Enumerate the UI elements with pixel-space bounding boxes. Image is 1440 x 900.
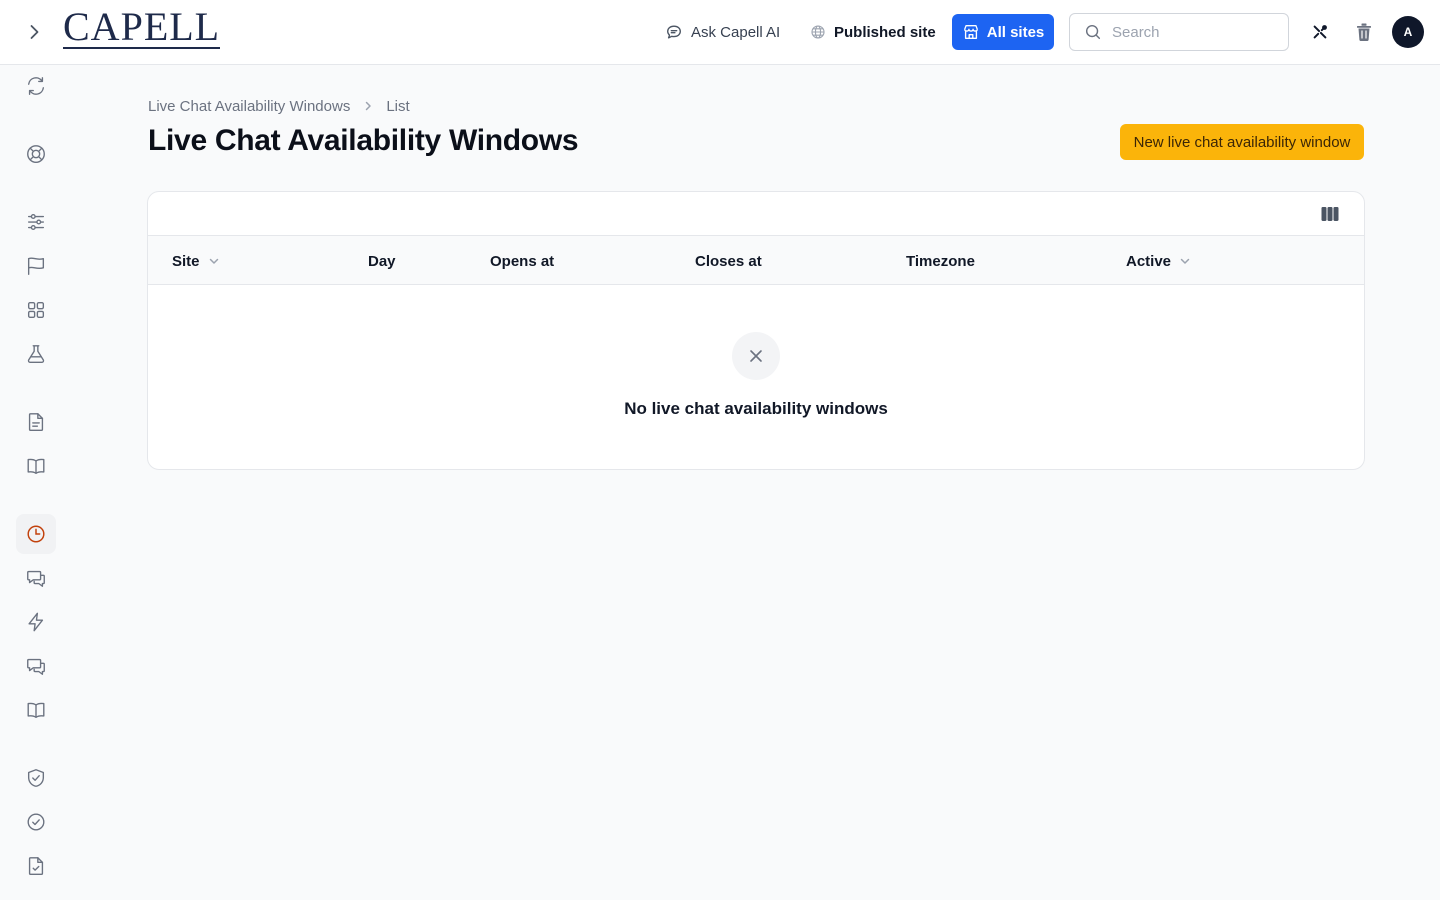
sidebar-item-automations[interactable] <box>16 602 56 642</box>
column-label-opens-at: Opens at <box>490 252 555 270</box>
trash-button[interactable] <box>1352 20 1376 44</box>
flag-icon <box>27 257 45 275</box>
check-circle-icon <box>27 813 45 831</box>
chevron-down-icon <box>209 258 218 264</box>
all-sites-button[interactable]: All sites <box>952 14 1054 50</box>
chevron-down-icon <box>1180 258 1190 264</box>
chevron-right-icon <box>30 25 39 39</box>
sidebar-item-live-chat[interactable] <box>16 558 56 598</box>
chevron-right-icon <box>366 101 372 111</box>
search-input[interactable] <box>1112 23 1272 41</box>
sidebar-item-approvals[interactable] <box>16 802 56 842</box>
sidebar-item-conversations[interactable] <box>16 646 56 686</box>
globe-icon <box>811 25 825 39</box>
bolt-icon <box>28 612 44 632</box>
sidebar-item-knowledge-base[interactable] <box>16 690 56 730</box>
published-site-link[interactable]: Published site <box>810 20 936 44</box>
column-header-site[interactable]: Site <box>172 251 220 271</box>
column-header-timezone: Timezone <box>906 251 975 271</box>
column-header-active[interactable]: Active <box>1126 251 1191 271</box>
chat-icon <box>667 25 681 39</box>
refresh-icon <box>27 77 45 95</box>
breadcrumb-link-availability-windows[interactable]: Live Chat Availability Windows <box>148 98 350 115</box>
sidebar-item-support[interactable] <box>16 134 56 174</box>
search-box[interactable] <box>1069 13 1289 51</box>
sidebar-toggle-button[interactable] <box>20 18 48 46</box>
clock-icon <box>27 525 45 543</box>
columns-icon <box>1321 207 1339 221</box>
sidebar-item-settings[interactable] <box>16 202 56 242</box>
ask-ai-button[interactable]: Ask Capell AI <box>665 20 780 44</box>
breadcrumb: Live Chat Availability Windows List <box>148 96 410 116</box>
storefront-icon <box>963 25 978 39</box>
chat-bubbles-icon <box>27 570 45 587</box>
wrench-screwdriver-icon <box>1313 25 1327 39</box>
top-bar: CAPELL Ask Capell AI Published site All … <box>0 0 1440 65</box>
sidebar-item-docs[interactable] <box>16 446 56 486</box>
trash-icon <box>1357 23 1371 41</box>
chat-bubbles-icon <box>27 658 45 675</box>
empty-state-text: No live chat availability windows <box>624 399 888 418</box>
grid-icon <box>27 301 45 319</box>
empty-state: No live chat availability windows <box>148 285 1364 469</box>
column-label-active: Active <box>1126 252 1172 270</box>
search-icon <box>1085 24 1101 40</box>
book-open-icon <box>27 702 45 719</box>
ask-ai-label: Ask Capell AI <box>691 23 781 41</box>
column-header-opens-at: Opens at <box>490 251 554 271</box>
logo[interactable]: CAPELL <box>63 4 221 52</box>
sidebar-item-apps[interactable] <box>16 290 56 330</box>
column-toggle-button[interactable] <box>1320 204 1340 224</box>
tools-button[interactable] <box>1308 20 1332 44</box>
sidebar-item-pages[interactable] <box>16 402 56 442</box>
shield-check-icon <box>27 769 45 787</box>
document-icon <box>28 413 44 431</box>
user-avatar[interactable]: A <box>1392 16 1424 48</box>
new-availability-window-button[interactable]: New live chat availability window <box>1120 124 1364 160</box>
table-toolbar <box>148 192 1364 236</box>
book-open-icon <box>27 458 45 475</box>
close-icon <box>750 350 762 362</box>
logo-text: CAPELL <box>63 4 221 49</box>
sidebar-item-reviews[interactable] <box>16 846 56 886</box>
lifebuoy-icon <box>27 145 45 163</box>
table-header: Site Day Opens at Closes at Timezone Act… <box>148 236 1364 285</box>
sidebar-item-sync[interactable] <box>16 66 56 106</box>
column-label-site: Site <box>172 252 200 270</box>
logo-underline <box>63 47 221 49</box>
published-site-label: Published site <box>834 23 936 41</box>
sidebar-item-flags[interactable] <box>16 246 56 286</box>
sidebar-item-security[interactable] <box>16 758 56 798</box>
column-label-timezone: Timezone <box>906 252 975 270</box>
flask-icon <box>27 345 45 363</box>
sidebar-item-labs[interactable] <box>16 334 56 374</box>
sidebar-item-availability-windows[interactable] <box>16 514 56 554</box>
column-header-day: Day <box>368 251 396 271</box>
document-check-icon <box>28 857 44 875</box>
column-label-day: Day <box>368 252 396 270</box>
page-title: Live Chat Availability Windows <box>148 124 579 157</box>
empty-state-icon-circle <box>732 332 780 380</box>
column-header-closes-at: Closes at <box>695 251 762 271</box>
table-card: Site Day Opens at Closes at Timezone Act… <box>147 191 1365 470</box>
breadcrumb-current: List <box>386 97 410 115</box>
column-label-closes-at: Closes at <box>695 252 762 270</box>
sliders-icon <box>27 213 45 231</box>
all-sites-label: All sites <box>986 23 1045 41</box>
